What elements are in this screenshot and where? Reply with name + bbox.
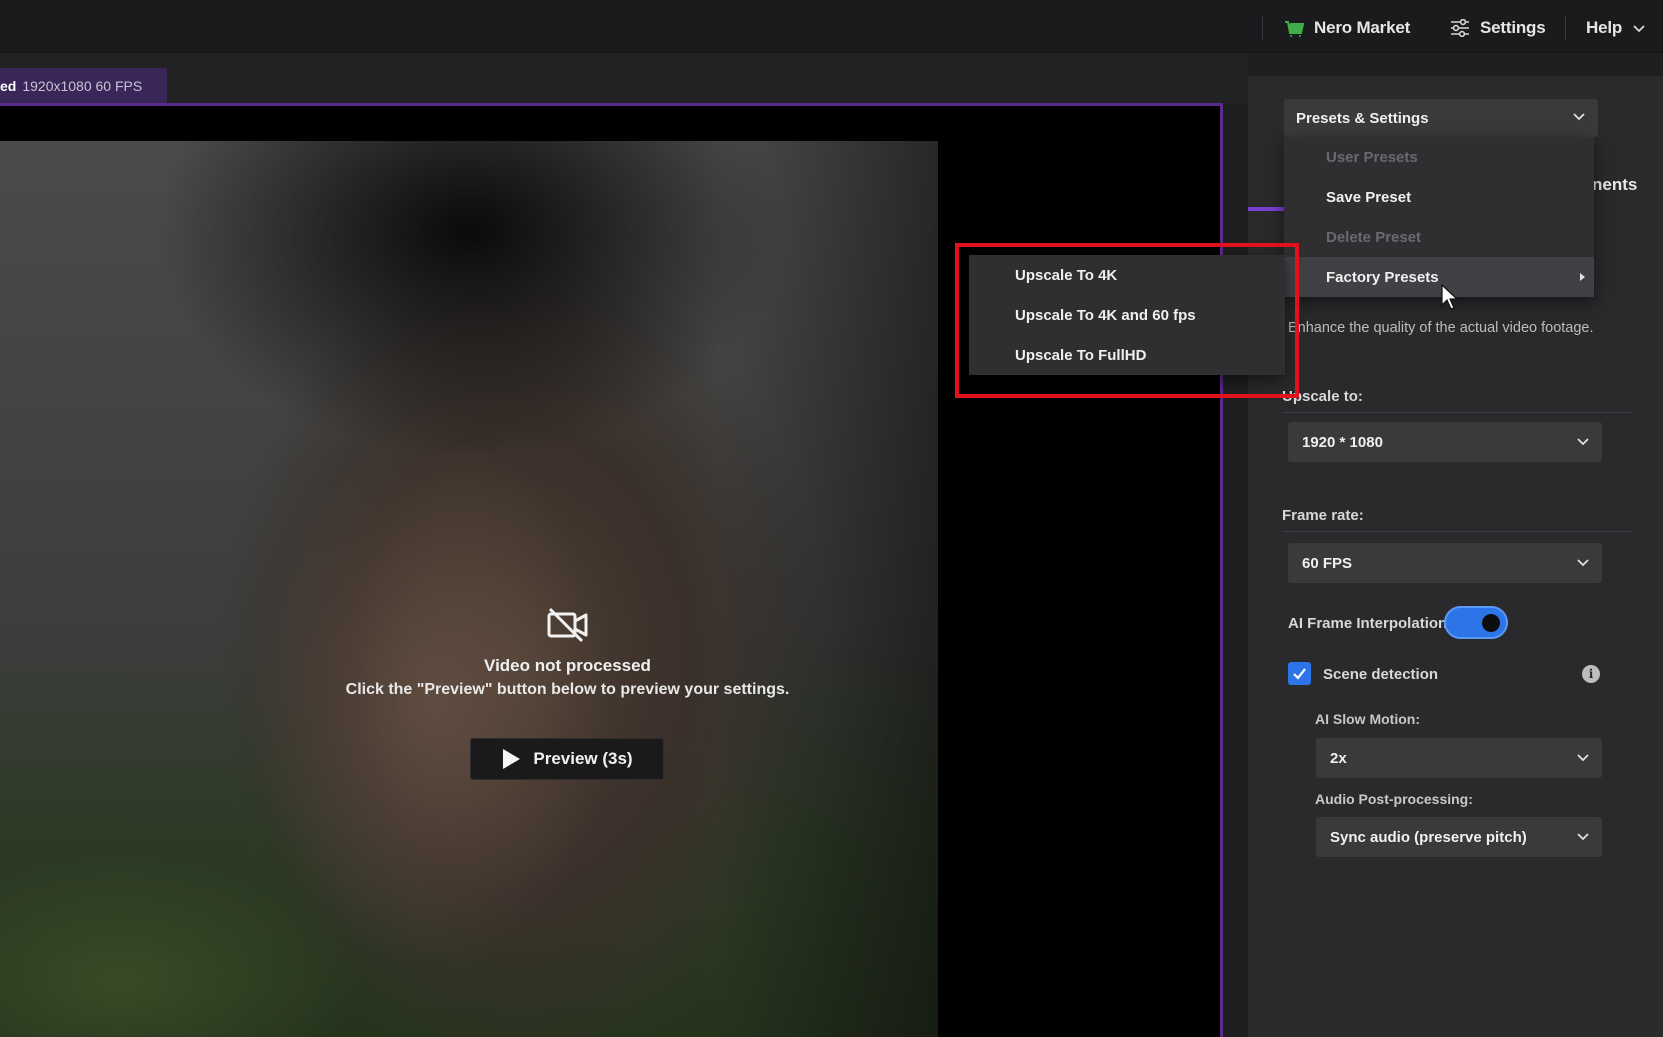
top-bar: Nero Market Settings Help: [0, 0, 1663, 53]
chevron-down-icon: [1577, 833, 1589, 841]
checkmark-icon: [1293, 668, 1306, 680]
info-icon[interactable]: i: [1582, 665, 1600, 683]
chevron-down-icon: [1577, 559, 1589, 567]
tab-strip: ed 1920x1080 60 FPS: [0, 53, 1248, 103]
scene-detection-label: Scene detection: [1323, 666, 1439, 683]
chevron-right-icon: [1580, 273, 1585, 281]
audio-value: Sync audio (preserve pitch): [1330, 828, 1527, 846]
video-off-icon: [547, 607, 587, 643]
mouse-cursor-icon: [1441, 284, 1459, 310]
chevron-down-icon: [1577, 438, 1589, 446]
audio-post-processing-select[interactable]: Sync audio (preserve pitch): [1316, 817, 1602, 857]
not-processed-message: Video not processed Click the "Preview" …: [300, 606, 835, 702]
preview-button[interactable]: Preview (3s): [470, 738, 664, 780]
frame-rate-value: 60 FPS: [1302, 554, 1353, 572]
top-divider: [1262, 16, 1263, 40]
ai-frame-interpolation-toggle[interactable]: [1444, 606, 1508, 639]
nero-market-label: Nero Market: [1314, 18, 1411, 37]
frame-rate-select[interactable]: 60 FPS: [1288, 543, 1602, 583]
chevron-down-icon: [1633, 25, 1645, 33]
help-label: Help: [1586, 18, 1623, 37]
menu-item-user-presets: User Presets: [1326, 148, 1418, 166]
top-divider: [1565, 16, 1566, 40]
presets-menu: User Presets Save Preset Delete Preset F…: [1284, 137, 1594, 297]
section-divider: [1282, 412, 1632, 413]
highlight-annotation-box: [955, 243, 1299, 398]
preview-label: Preview (3s): [533, 749, 633, 768]
settings-button[interactable]: Settings: [1450, 14, 1546, 42]
slow-motion-value: 2x: [1330, 749, 1347, 767]
frame-rate-label: Frame rate:: [1282, 507, 1364, 524]
presets-settings-dropdown[interactable]: Presets & Settings: [1284, 99, 1598, 137]
chevron-down-icon: [1573, 113, 1585, 121]
scene-detection-checkbox[interactable]: [1288, 662, 1311, 685]
sliders-icon: [1451, 19, 1469, 37]
section-divider: [1282, 531, 1632, 532]
market-cart-icon: [1285, 21, 1304, 37]
factory-presets-label: Factory Presets: [1326, 268, 1439, 286]
audio-post-processing-label: Audio Post-processing:: [1315, 791, 1473, 807]
presets-dropdown-label: Presets & Settings: [1296, 109, 1429, 127]
ai-slow-motion-select[interactable]: 2x: [1316, 738, 1602, 778]
menu-item-save-preset[interactable]: Save Preset: [1284, 177, 1594, 217]
panel-tab-indicator: [1248, 207, 1284, 211]
message-subtitle: Click the "Preview" button below to prev…: [345, 681, 790, 698]
background-grass: [0, 781, 420, 1037]
ai-slow-motion-label: AI Slow Motion:: [1315, 711, 1420, 727]
tab-title: ed: [0, 77, 17, 94]
upscale-resolution-select[interactable]: 1920 * 1080: [1288, 422, 1602, 462]
project-tab[interactable]: ed 1920x1080 60 FPS: [0, 68, 167, 103]
chevron-down-icon: [1577, 754, 1589, 762]
panel-tab-label[interactable]: nents: [1592, 175, 1637, 195]
play-icon: [503, 749, 521, 769]
menu-item-delete-preset: Delete Preset: [1326, 228, 1422, 246]
toggle-knob: [1482, 614, 1500, 632]
settings-label: Settings: [1480, 18, 1546, 37]
nero-market-button[interactable]: Nero Market: [1284, 14, 1410, 42]
video-frame-image: [0, 141, 938, 1037]
menu-item-factory-presets[interactable]: Factory Presets: [1284, 257, 1594, 297]
frame-shade: [718, 141, 938, 1037]
upscale-value: 1920 * 1080: [1302, 433, 1383, 451]
ai-frame-interpolation-label: AI Frame Interpolation: [1288, 615, 1448, 632]
help-menu-button[interactable]: Help: [1586, 14, 1646, 42]
tab-resolution-info: 1920x1080 60 FPS: [22, 77, 143, 94]
panel-description: Enhance the quality of the actual video …: [1288, 320, 1594, 336]
message-title: Video not processed: [484, 656, 651, 675]
